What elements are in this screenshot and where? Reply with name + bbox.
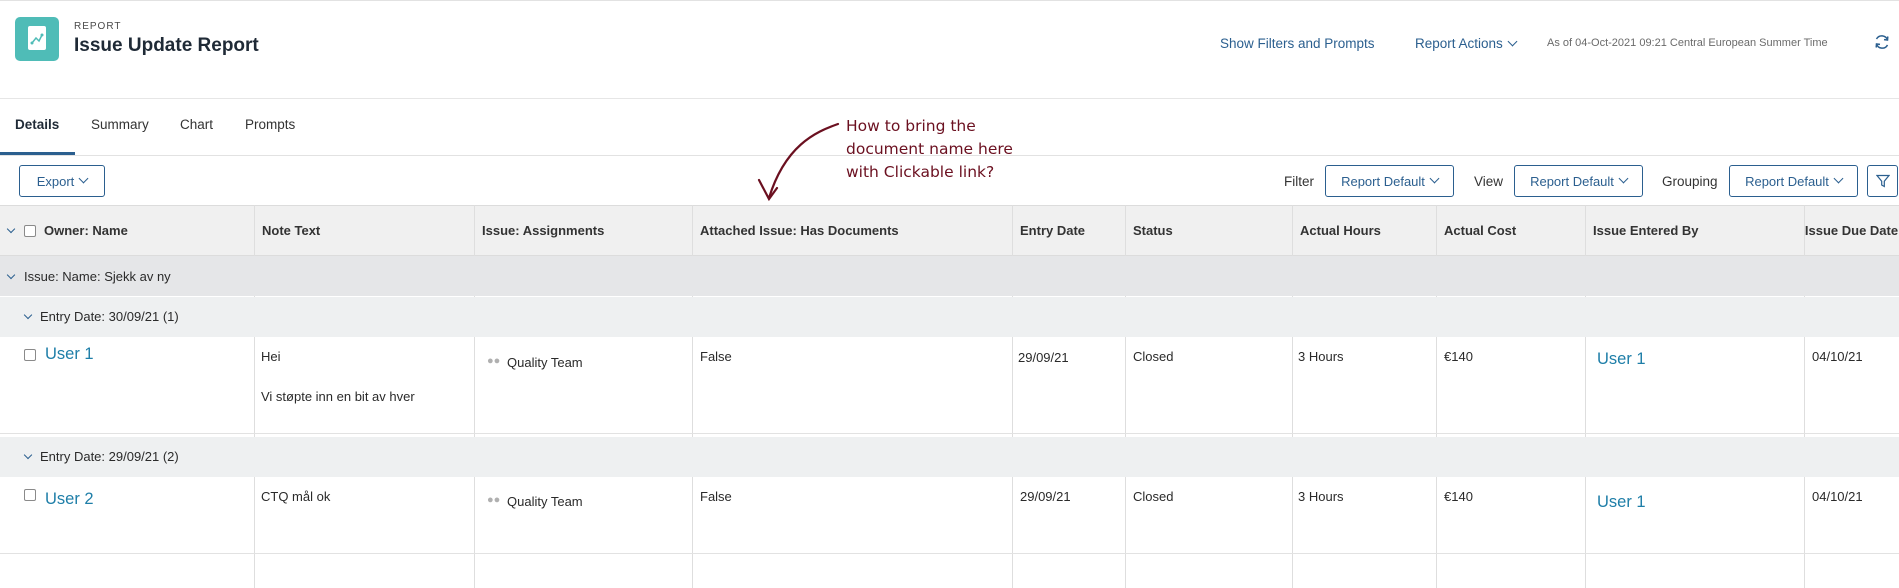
note-text: Vi støpte inn en bit av hver xyxy=(261,389,415,404)
entry-date: 29/09/21 xyxy=(1020,489,1071,504)
entered-by-link[interactable]: User 1 xyxy=(1597,350,1646,369)
row-divider xyxy=(0,433,1899,434)
actual-cost: €140 xyxy=(1444,489,1473,504)
show-filters-link[interactable]: Show Filters and Prompts xyxy=(1220,36,1375,51)
view-label: View xyxy=(1474,174,1504,189)
entry-date: 29/09/21 xyxy=(1018,350,1069,365)
view-value: Report Default xyxy=(1530,173,1614,189)
team-icon: ●● xyxy=(487,494,501,506)
col-issue-due-date[interactable]: Issue Due Date xyxy=(1804,205,1899,256)
actual-hours: 3 Hours xyxy=(1298,349,1344,364)
entered-by-link[interactable]: User 1 xyxy=(1597,493,1646,512)
select-all-checkbox[interactable] xyxy=(24,225,36,237)
chevron-down-icon xyxy=(1507,36,1518,47)
assignment: Quality Team xyxy=(507,494,583,509)
status: Closed xyxy=(1133,489,1174,504)
col-issue-assignments[interactable]: Issue: Assignments xyxy=(474,205,692,256)
col-actual-hours[interactable]: Actual Hours xyxy=(1292,205,1436,256)
refresh-icon[interactable] xyxy=(1873,33,1891,51)
tab-details[interactable]: Details xyxy=(15,117,59,132)
row-divider xyxy=(0,553,1899,554)
as-of-timestamp: As of 04-Oct-2021 09:21 Central European… xyxy=(1547,37,1828,49)
group-row-bg xyxy=(0,256,1899,296)
due-date: 04/10/21 xyxy=(1812,349,1863,364)
assignment: Quality Team xyxy=(507,355,583,370)
note-text: CTQ mål ok xyxy=(261,489,331,504)
subgroup-row[interactable] xyxy=(0,437,1899,477)
subgroup-row-bg xyxy=(0,297,1899,337)
actual-cost: €140 xyxy=(1444,349,1473,364)
chevron-down-icon xyxy=(78,173,89,183)
annotation-note: How to bring the document name here with… xyxy=(846,117,1013,181)
col-entry-date[interactable]: Entry Date xyxy=(1012,205,1125,256)
row-checkbox[interactable] xyxy=(24,489,36,501)
team-icon: ●● xyxy=(487,355,501,367)
actual-hours: 3 Hours xyxy=(1298,489,1344,504)
filter-select[interactable]: Report Default xyxy=(1325,165,1454,197)
grouping-select[interactable]: Report Default xyxy=(1729,165,1858,197)
top-border xyxy=(0,0,1899,1)
report-actions-menu[interactable]: Report Actions xyxy=(1415,36,1518,51)
subgroup-label: Entry Date: 30/09/21 (1) xyxy=(40,309,179,324)
chevron-down-icon xyxy=(1429,173,1440,183)
document-icon xyxy=(28,26,46,50)
col-actual-cost[interactable]: Actual Cost xyxy=(1436,205,1585,256)
view-select[interactable]: Report Default xyxy=(1514,165,1643,197)
header-divider xyxy=(0,98,1899,99)
filter-funnel-button[interactable] xyxy=(1867,165,1898,197)
col-issue-entered-by[interactable]: Issue Entered By xyxy=(1585,205,1804,256)
export-label: Export xyxy=(36,173,75,189)
filter-label: Filter xyxy=(1284,174,1314,189)
owner-link[interactable]: User 1 xyxy=(45,345,94,364)
has-documents: False xyxy=(700,489,732,504)
page-title: Issue Update Report xyxy=(74,35,259,56)
row-checkbox[interactable] xyxy=(24,349,36,361)
note-text: Hei xyxy=(261,349,281,364)
tab-chart[interactable]: Chart xyxy=(180,117,213,132)
col-owner-name[interactable]: Owner: Name xyxy=(36,205,254,256)
col-status[interactable]: Status xyxy=(1125,205,1292,256)
report-logo-icon xyxy=(15,17,59,61)
group-label: Issue: Name: Sjekk av ny xyxy=(24,269,171,284)
funnel-icon xyxy=(1875,174,1890,188)
filter-value: Report Default xyxy=(1341,173,1425,189)
export-button[interactable]: Export xyxy=(19,165,105,197)
grouping-value: Report Default xyxy=(1745,173,1829,189)
chevron-down-icon xyxy=(1833,173,1844,183)
grouping-label: Grouping xyxy=(1662,174,1718,189)
owner-link[interactable]: User 2 xyxy=(45,490,94,509)
page-kicker: REPORT xyxy=(74,21,122,32)
status: Closed xyxy=(1133,349,1174,364)
chevron-down-icon xyxy=(1618,173,1629,183)
has-documents: False xyxy=(700,349,732,364)
tab-prompts[interactable]: Prompts xyxy=(245,117,295,132)
report-actions-label: Report Actions xyxy=(1415,36,1503,51)
tab-summary[interactable]: Summary xyxy=(91,117,149,132)
due-date: 04/10/21 xyxy=(1812,489,1863,504)
subgroup-label: Entry Date: 29/09/21 (2) xyxy=(40,449,179,464)
col-note-text[interactable]: Note Text xyxy=(254,205,474,256)
col-has-documents[interactable]: Attached Issue: Has Documents xyxy=(692,205,1012,256)
annotation-arrow-icon xyxy=(757,122,840,202)
